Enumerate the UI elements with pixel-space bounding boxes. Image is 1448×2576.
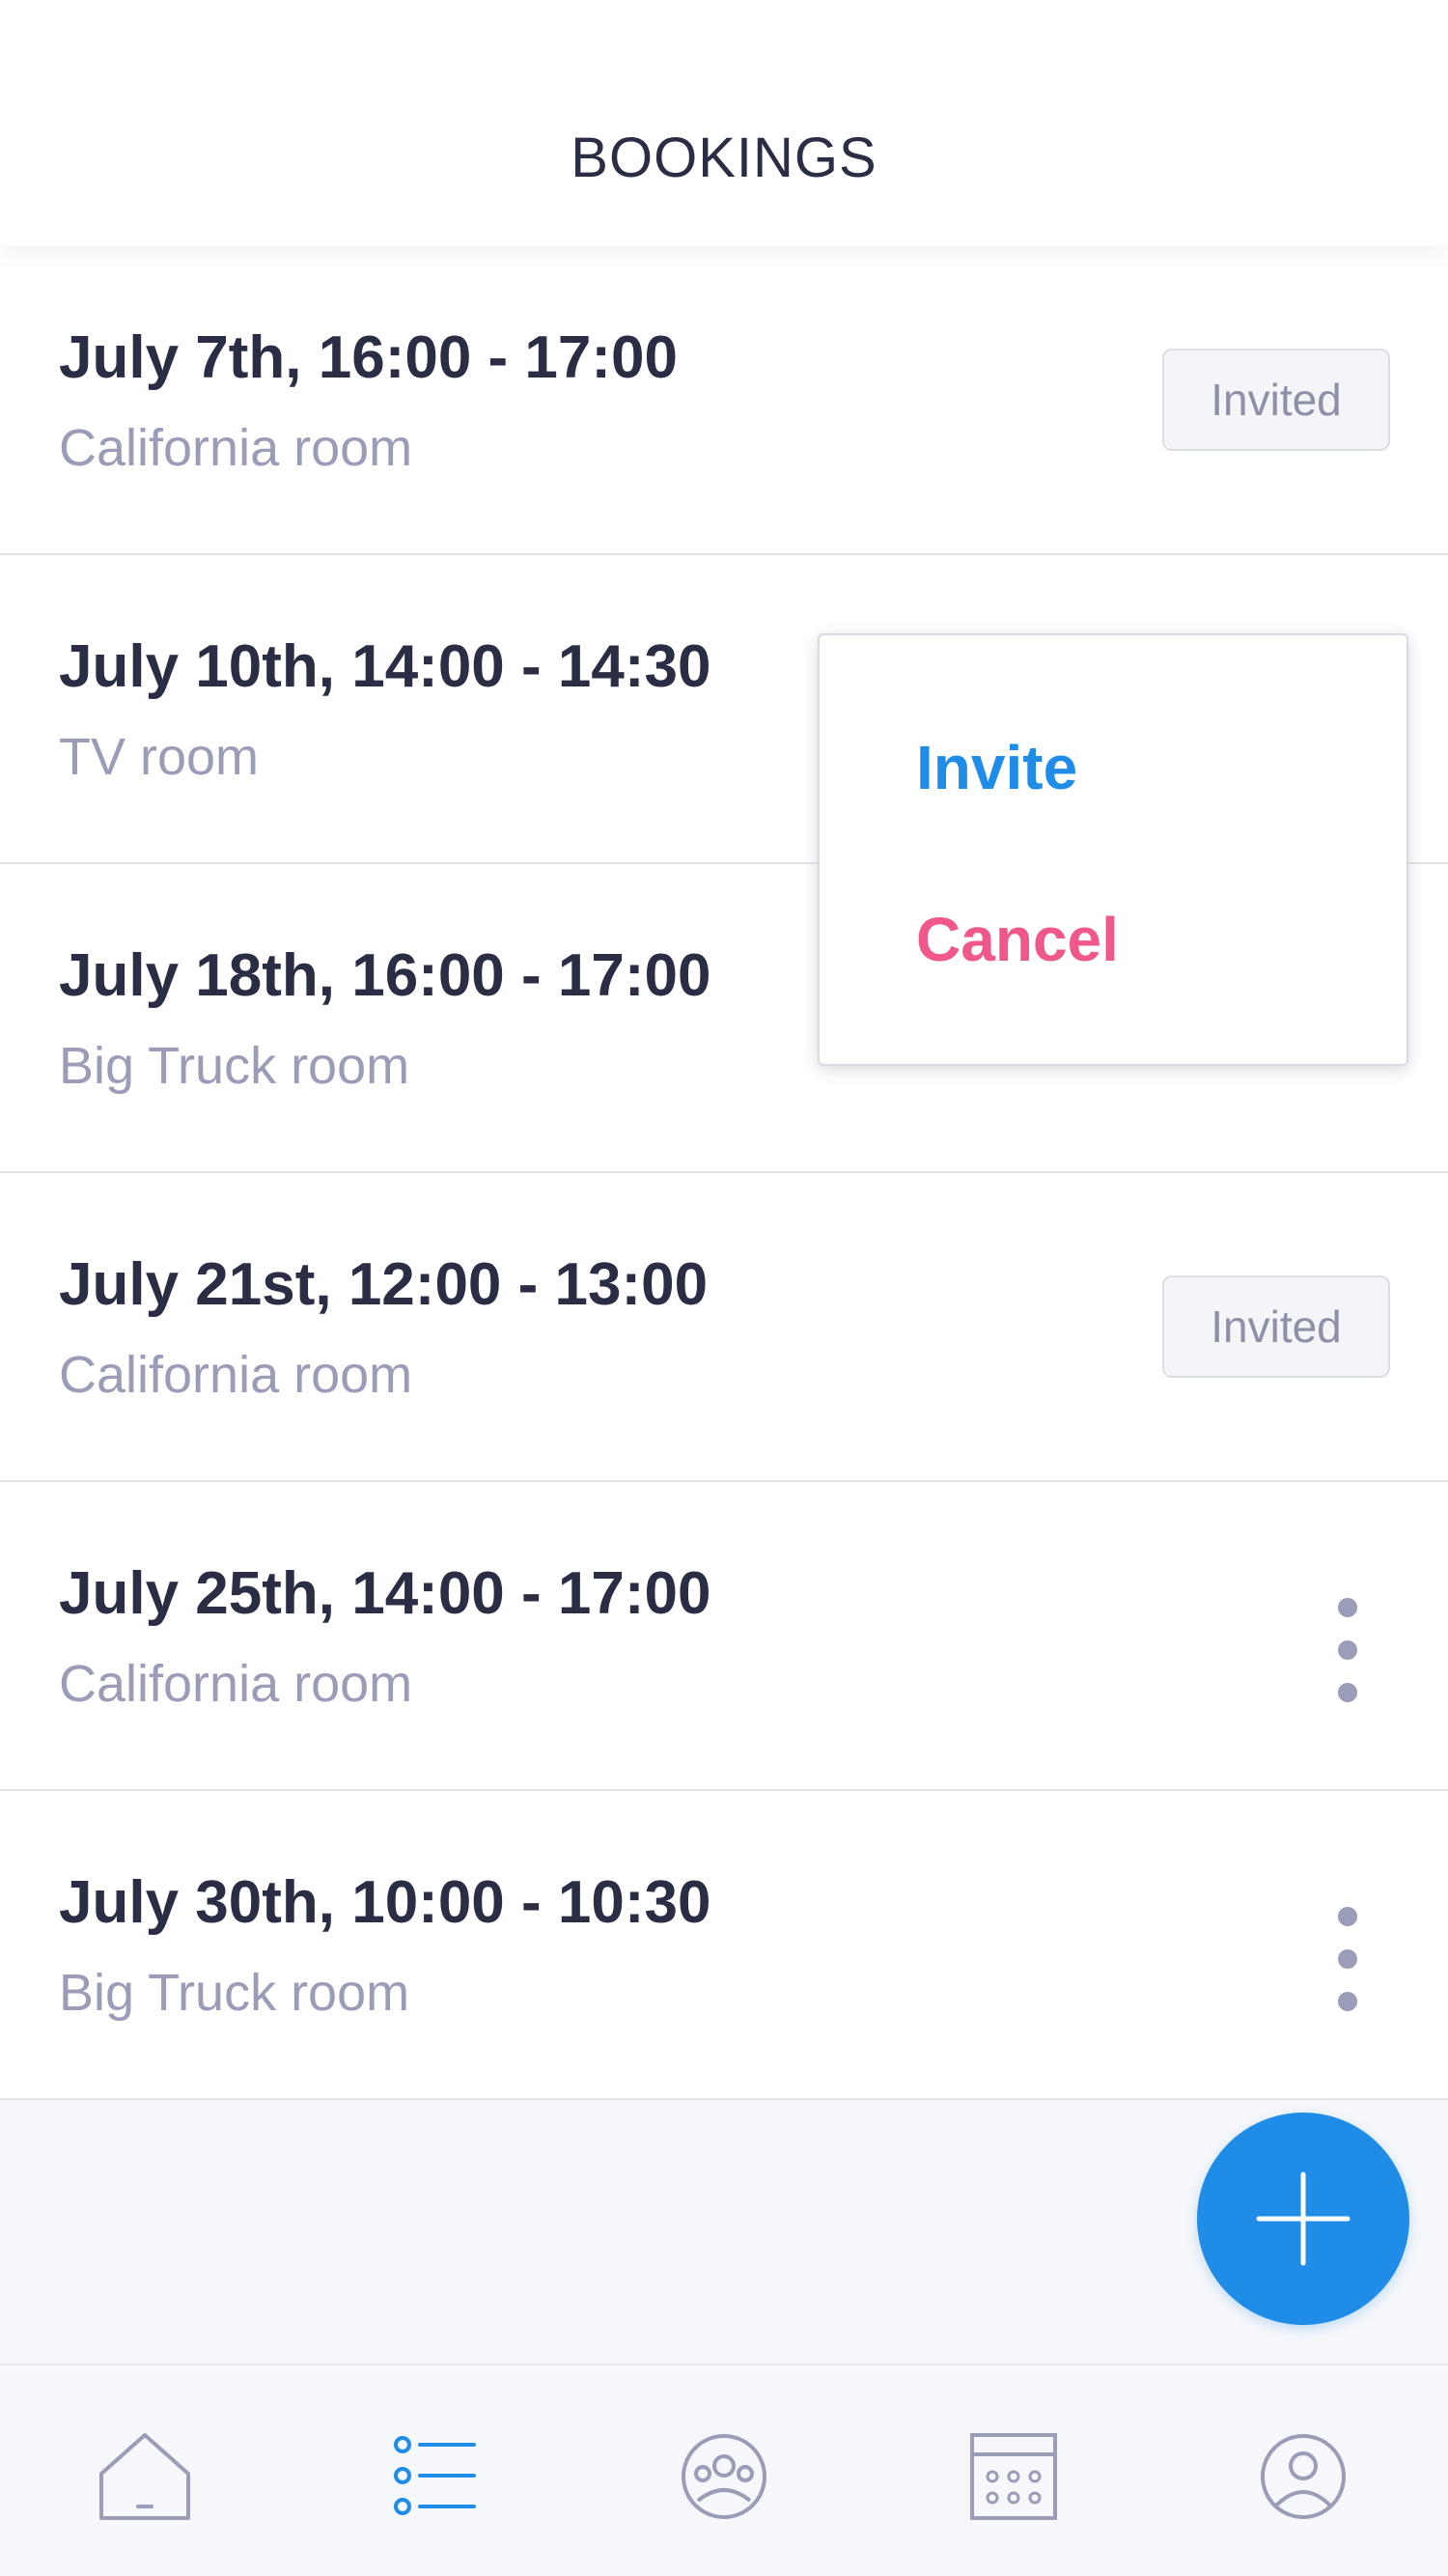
booking-row[interactable]: July 7th, 16:00 - 17:00 California room … xyxy=(0,246,1448,555)
more-options-icon[interactable] xyxy=(1323,1598,1371,1704)
bookings-list: July 7th, 16:00 - 17:00 California room … xyxy=(0,246,1448,2100)
add-booking-button[interactable] xyxy=(1197,2113,1409,2325)
tab-profile[interactable] xyxy=(1250,2423,1356,2530)
booking-title: July 7th, 16:00 - 17:00 xyxy=(59,324,678,391)
booking-title: July 18th, 16:00 - 17:00 xyxy=(59,942,711,1009)
booking-row[interactable]: July 21st, 12:00 - 13:00 California room… xyxy=(0,1173,1448,1482)
list-icon xyxy=(394,2436,476,2515)
cancel-menu-item[interactable]: Cancel xyxy=(916,904,1119,975)
status-badge: Invited xyxy=(1162,1275,1390,1378)
calendar-icon xyxy=(970,2433,1057,2520)
profile-icon xyxy=(1261,2434,1346,2519)
status-badge: Invited xyxy=(1162,349,1390,451)
booking-title: July 30th, 10:00 - 10:30 xyxy=(59,1869,711,1936)
booking-options-menu: Invite Cancel xyxy=(818,633,1408,1066)
group-icon xyxy=(682,2434,766,2519)
app-header: BOOKINGS xyxy=(0,0,1448,246)
invite-menu-item[interactable]: Invite xyxy=(916,732,1077,803)
booking-title: July 10th, 14:00 - 14:30 xyxy=(59,633,711,700)
tab-people[interactable] xyxy=(671,2423,777,2530)
booking-room: California room xyxy=(59,419,413,477)
booking-room: TV room xyxy=(59,728,260,786)
booking-title: July 21st, 12:00 - 13:00 xyxy=(59,1251,709,1318)
booking-room: California room xyxy=(59,1655,413,1713)
booking-title: July 25th, 14:00 - 17:00 xyxy=(59,1560,711,1627)
more-options-icon[interactable] xyxy=(1323,1907,1371,2013)
tab-home[interactable] xyxy=(92,2423,198,2530)
booking-room: California room xyxy=(59,1346,413,1404)
tab-bookings[interactable] xyxy=(383,2423,489,2530)
home-icon xyxy=(99,2433,190,2520)
bottom-tab-bar xyxy=(0,2364,1448,2576)
page-title: BOOKINGS xyxy=(571,126,877,189)
booking-row[interactable]: July 30th, 10:00 - 10:30 Big Truck room xyxy=(0,1791,1448,2100)
booking-room: Big Truck room xyxy=(59,1964,410,2022)
plus-icon xyxy=(1256,2171,1351,2266)
booking-row[interactable]: July 25th, 14:00 - 17:00 California room xyxy=(0,1482,1448,1791)
tab-calendar[interactable] xyxy=(961,2423,1067,2530)
booking-room: Big Truck room xyxy=(59,1037,410,1095)
